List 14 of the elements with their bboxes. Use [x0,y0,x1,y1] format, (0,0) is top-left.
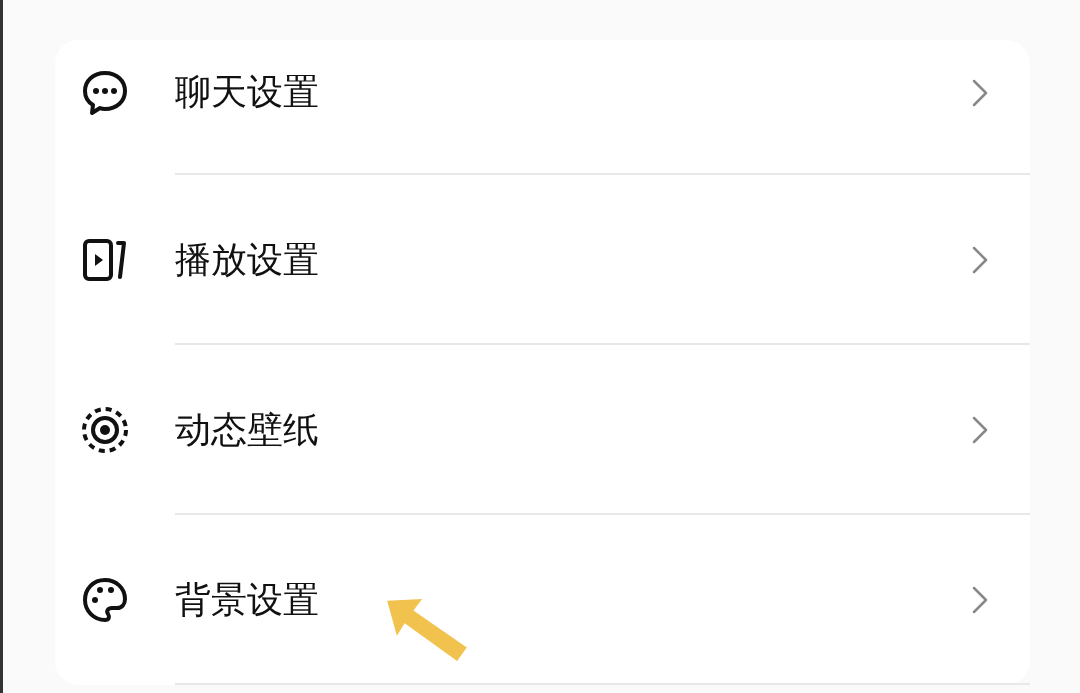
chevron-right-icon [970,77,990,108]
settings-label: 动态壁纸 [175,407,320,452]
dashed-target-icon [80,405,130,455]
settings-label: 聊天设置 [175,70,320,114]
settings-row[interactable]: 动态壁纸 [55,345,1030,515]
settings-label: 播放设置 [175,237,320,282]
settings-label: 背景设置 [175,577,320,622]
palette-icon [80,575,130,625]
chevron-right-icon [970,585,990,615]
chevron-right-icon [970,245,990,275]
chevron-right-icon [970,415,990,445]
settings-row[interactable]: 背景设置 [55,515,1030,685]
settings-row[interactable]: 聊天设置 [55,40,1030,175]
settings-row[interactable]: 播放设置 [55,175,1030,345]
